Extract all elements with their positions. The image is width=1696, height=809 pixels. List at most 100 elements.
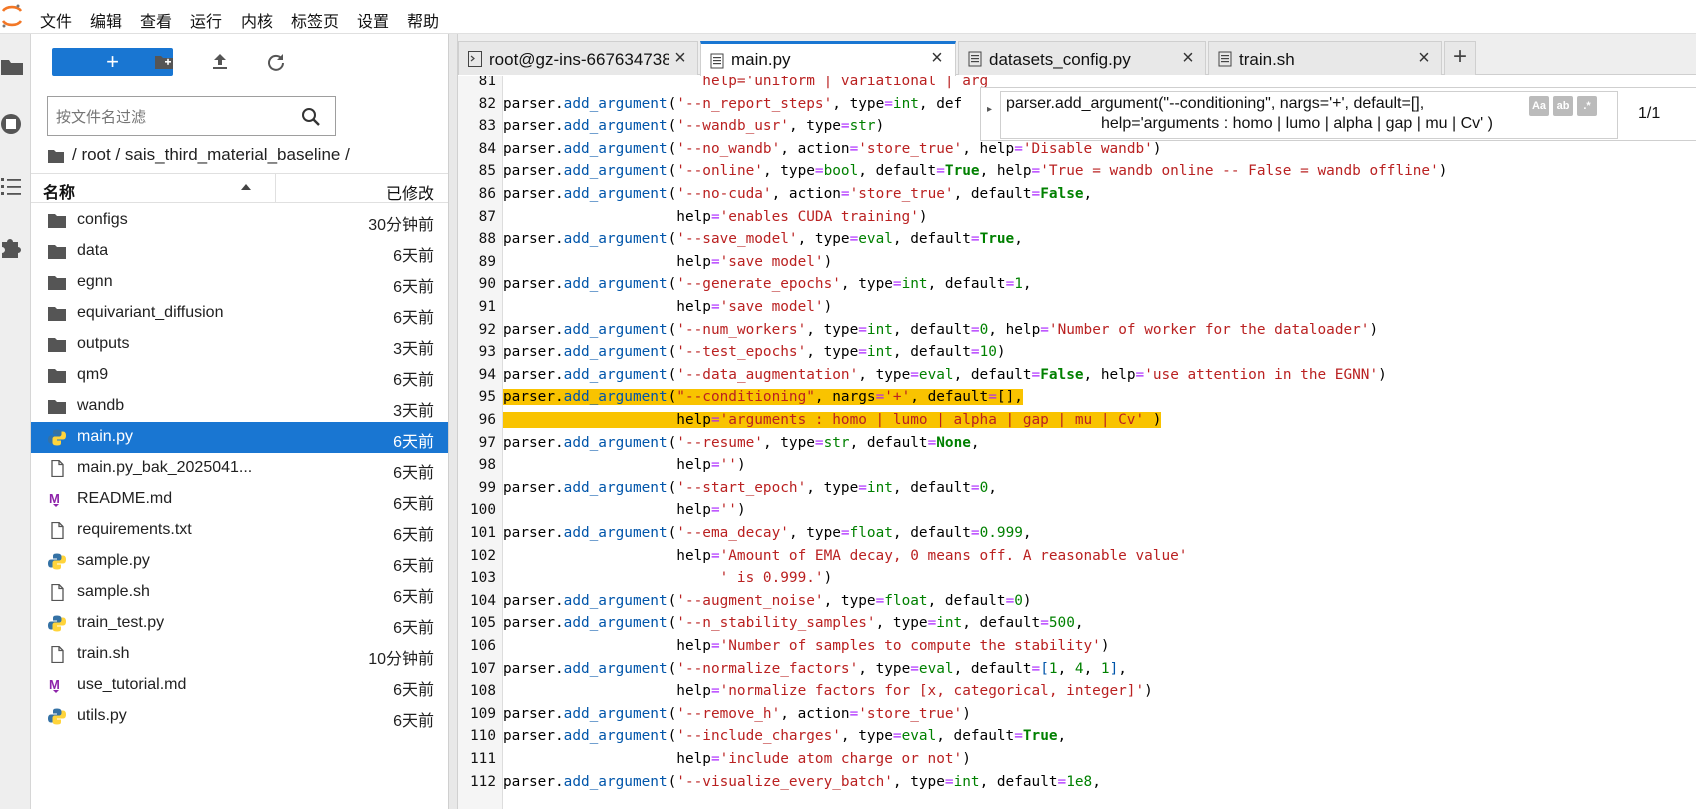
code-line[interactable]: parser.add_argument('--remove_h', action… (503, 703, 1696, 726)
menu-file[interactable]: 文件 (40, 8, 72, 32)
code-line[interactable]: help='arguments : homo | lumo | alpha | … (503, 409, 1696, 432)
code-line[interactable]: parser.add_argument('--include_charges',… (503, 725, 1696, 748)
refresh-icon[interactable] (265, 51, 287, 73)
code-token: '--n_report_steps' (676, 95, 833, 112)
code-token: ( (667, 366, 677, 383)
code-line[interactable]: parser.add_argument('--data_augmentation… (503, 364, 1696, 387)
file-row[interactable]: requirements.txt 6天前 (31, 515, 448, 546)
file-row[interactable]: M README.md 6天前 (31, 484, 448, 515)
column-modified[interactable]: 已修改 (386, 180, 434, 204)
file-row[interactable]: outputs 3天前 (31, 329, 448, 360)
search-icon[interactable] (300, 106, 322, 128)
file-row[interactable]: equivariant_diffusion 6天前 (31, 298, 448, 329)
code-token: ) (996, 344, 1006, 361)
sort-ascending-icon[interactable] (239, 180, 253, 194)
file-row[interactable]: qm9 6天前 (31, 360, 448, 391)
code-line[interactable]: help='Number of samples to compute the s… (503, 635, 1696, 658)
new-folder-icon[interactable] (153, 51, 175, 73)
file-row[interactable]: train.sh 10分钟前 (31, 639, 448, 670)
code-token: add_argument (563, 321, 668, 338)
file-row[interactable]: sample.py 6天前 (31, 546, 448, 577)
menu-tabs[interactable]: 标签页 (291, 8, 339, 32)
code-line[interactable]: parser.add_argument('--resume', type=str… (503, 432, 1696, 455)
file-row[interactable]: Muse_tutorial.md 6天前 (31, 670, 448, 701)
tab-datasets-config[interactable]: datasets_config.py × (958, 41, 1206, 75)
code-line[interactable]: parser.add_argument('--test_epochs', typ… (503, 341, 1696, 364)
tab-terminal[interactable]: root@gz-ins-66763473822 × (458, 41, 698, 75)
code-line[interactable]: parser.add_argument('--start_epoch', typ… (503, 477, 1696, 500)
code-line[interactable]: parser.add_argument('--ema_decay', type=… (503, 522, 1696, 545)
code-line[interactable]: parser.add_argument('--generate_epochs',… (503, 273, 1696, 296)
file-row[interactable]: train_test.py 6天前 (31, 608, 448, 639)
file-row[interactable]: data 6天前 (31, 236, 448, 267)
code-token: help='uniform | variational | arg (702, 76, 989, 89)
code-line[interactable]: parser.add_argument('--save_model', type… (503, 228, 1696, 251)
menu-settings[interactable]: 设置 (357, 8, 389, 32)
code-line[interactable]: ' is 0.999.') (503, 567, 1696, 590)
file-row[interactable]: main.py 6天前 (31, 422, 448, 453)
file-filter-input[interactable] (56, 105, 296, 129)
menu-kernel[interactable]: 内核 (241, 8, 273, 32)
menu-edit[interactable]: 编辑 (90, 8, 122, 32)
tab-main-py[interactable]: main.py × (700, 41, 956, 76)
close-icon[interactable]: × (928, 48, 946, 68)
tab-train-sh[interactable]: train.sh × (1208, 41, 1442, 75)
column-divider[interactable] (275, 174, 276, 202)
code-line[interactable]: parser.add_argument("--conditioning", na… (503, 386, 1696, 409)
code-line[interactable]: parser.add_argument('--no_wandb', action… (503, 138, 1696, 161)
code-line[interactable]: help='enables CUDA training') (503, 206, 1696, 229)
regex-icon[interactable]: .* (1577, 96, 1597, 116)
add-tab-button[interactable]: + (1444, 41, 1476, 75)
menu-help[interactable]: 帮助 (407, 8, 439, 32)
close-icon[interactable]: × (1179, 48, 1197, 68)
toggle-replace-icon[interactable]: ▸ (987, 104, 992, 115)
code-line[interactable]: help='include atom charge or not') (503, 748, 1696, 771)
close-icon[interactable]: × (1415, 48, 1433, 68)
code-line[interactable]: help='save model') (503, 296, 1696, 319)
folder-icon[interactable] (0, 52, 24, 80)
file-row[interactable]: sample.sh 6天前 (31, 577, 448, 608)
code-line[interactable]: parser.add_argument('--n_stability_sampl… (503, 612, 1696, 635)
code-line[interactable]: help='') (503, 499, 1696, 522)
code-token: False (1040, 186, 1084, 202)
file-text-icon (710, 53, 724, 69)
code-line[interactable]: parser.add_argument('--online', type=boo… (503, 160, 1696, 183)
menu-view[interactable]: 查看 (140, 8, 172, 32)
file-row[interactable]: configs 30分钟前 (31, 205, 448, 236)
file-row[interactable]: wandb 3天前 (31, 391, 448, 422)
code-line[interactable]: help='') (503, 454, 1696, 477)
running-kernels-icon[interactable] (0, 110, 24, 138)
code-line[interactable]: parser.add_argument('--num_workers', typ… (503, 319, 1696, 342)
file-row[interactable]: main.py_bak_2025041... 6天前 (31, 453, 448, 484)
code-line[interactable]: help='Amount of EMA decay, 0 means off. … (503, 545, 1696, 568)
code-line[interactable]: parser.add_argument('--visualize_every_b… (503, 771, 1696, 794)
find-input[interactable]: parser.add_argument("--conditioning", na… (1000, 91, 1618, 139)
code-area[interactable]: help='uniform | variational | arg parser.… (503, 76, 1696, 809)
column-name[interactable]: 名称 (43, 179, 75, 203)
code-line[interactable]: parser.add_argument('--normalize_factors… (503, 658, 1696, 681)
code-editor[interactable]: 81 82 83 84 85 86 87 88 89 90 91 92 93 94 95 96 97 98 99 10… (458, 76, 1696, 809)
match-case-icon[interactable]: Aa (1529, 96, 1549, 116)
line-number: 86 (478, 186, 496, 202)
folder-icon[interactable] (48, 149, 64, 163)
file-row[interactable]: egnn 6天前 (31, 267, 448, 298)
code-token: parser. (503, 615, 564, 632)
menu-run[interactable]: 运行 (190, 8, 222, 32)
upload-icon[interactable] (209, 51, 231, 73)
file-row[interactable]: utils.py 6天前 (31, 701, 448, 732)
code-token: , (970, 434, 980, 451)
code-token: ) (1144, 412, 1162, 428)
breadcrumb-path[interactable]: / root / sais_third_material_baseline / (72, 145, 350, 164)
code-line[interactable]: help='normalize factors for [x, categori… (503, 680, 1696, 703)
close-icon[interactable]: × (671, 48, 689, 68)
code-line[interactable]: parser.add_argument('--no-cuda', action=… (503, 183, 1696, 206)
code-line[interactable]: parser.add_argument('--augment_noise', t… (503, 590, 1696, 613)
panel-splitter[interactable] (449, 34, 458, 809)
code-token: = (1135, 366, 1145, 383)
extensions-icon[interactable] (0, 232, 24, 260)
table-of-contents-icon[interactable] (0, 172, 24, 200)
code-line[interactable]: help='save model') (503, 251, 1696, 274)
code-token: , (858, 660, 876, 677)
whole-word-icon[interactable]: ab (1553, 96, 1573, 116)
